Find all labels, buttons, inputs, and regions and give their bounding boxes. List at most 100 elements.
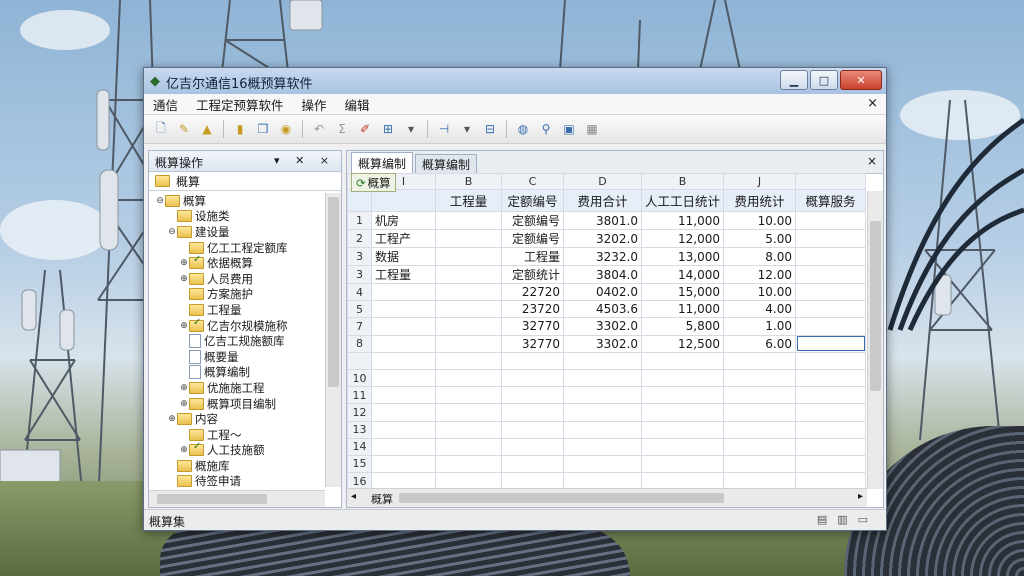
column-header[interactable] [347,189,372,212]
column-letter[interactable]: B [435,173,502,190]
scrollbar-thumb[interactable] [399,493,724,503]
tree-item[interactable]: 工程量 [149,302,325,318]
table-cell[interactable] [371,300,436,319]
tab-close-icon[interactable]: × [867,154,877,168]
table-cell[interactable] [435,211,502,230]
close-button[interactable]: ✕ [840,70,882,90]
column-header[interactable]: 人工工日统计 [640,189,725,212]
table-cell[interactable] [435,334,502,353]
row-number[interactable]: 4 [347,282,372,302]
table-cell[interactable]: 8.00 [723,247,797,266]
table-cell[interactable] [795,472,867,489]
table-cell[interactable]: 3202.0 [563,229,642,248]
dropdown-icon[interactable]: ▾ [402,120,420,138]
table-cell[interactable] [795,454,867,474]
table-cell[interactable]: 数据 [371,247,436,266]
expand-toggle-icon[interactable]: ⊕ [179,321,189,331]
table-cell[interactable] [501,403,564,422]
tree-item[interactable]: ⊕ 内容 [149,411,325,427]
table-cell[interactable] [501,420,564,439]
table-cell[interactable] [435,229,502,248]
column-header[interactable]: 定额编号 [501,189,564,212]
table-cell[interactable]: 3232.0 [563,247,642,266]
table-cell[interactable] [563,472,642,489]
minimize-button[interactable]: ▁ [780,70,808,90]
table-cell[interactable] [435,282,502,302]
table-cell[interactable] [795,368,867,388]
table-cell[interactable]: 10.00 [723,211,797,230]
tree-horizontal-scrollbar[interactable] [149,490,325,507]
table-cell[interactable] [501,386,564,405]
tree-item[interactable]: ⊖ 概算 [149,193,325,209]
row-number[interactable]: 14 [347,437,372,456]
tree-item[interactable]: 概算编制 [149,365,325,381]
table-cell[interactable]: 11,000 [640,211,725,230]
table-cell[interactable] [723,403,797,422]
column-header[interactable]: 概算服务 [795,189,867,212]
table-cell[interactable] [795,351,867,370]
table-cell[interactable] [501,472,564,489]
scrollbar-thumb[interactable] [328,197,339,387]
expand-toggle-icon[interactable]: ⊕ [179,383,189,393]
expand-toggle-icon[interactable]: ⊕ [179,258,189,268]
table-cell[interactable]: 3302.0 [563,334,642,353]
table-cell[interactable] [563,351,642,370]
table-cell[interactable] [563,368,642,388]
row-number[interactable]: 8 [347,334,372,353]
table-cell[interactable] [563,454,642,474]
table-cell[interactable] [723,454,797,474]
tree-item[interactable]: 方案施护 [149,287,325,303]
table-cell[interactable]: 22720 [501,282,564,302]
settings-icon[interactable]: ▦ [583,120,601,138]
table-cell[interactable]: 32770 [501,334,564,353]
column-letter[interactable]: D [563,173,642,190]
row-number[interactable]: 5 [347,300,372,319]
title-bar[interactable]: ◆ 亿吉尔通信16概预算软件 ▁ □ ✕ [144,68,886,94]
table-cell[interactable] [371,334,436,353]
table-cell[interactable] [795,300,867,319]
table-cell[interactable] [501,351,564,370]
table-cell[interactable] [435,351,502,370]
table-cell[interactable]: 工程产 [371,229,436,248]
tree-item[interactable]: ⊕ 亿吉尔规模施称 [149,317,325,334]
scroll-right-icon[interactable]: ▸ [858,491,863,502]
tree-item[interactable]: ⊕ 概算项目编制 [149,396,325,412]
column-header[interactable]: 费用合计 [563,189,642,212]
table-cell[interactable] [371,437,436,456]
row-number[interactable]: 16 [347,472,372,489]
column-letter[interactable] [795,173,867,190]
table-cell[interactable] [640,351,725,370]
table-cell[interactable]: 13,000 [640,247,725,266]
scrollbar-thumb[interactable] [157,494,267,504]
table-cell[interactable]: 0402.0 [563,282,642,302]
tree-item[interactable]: ⊕ 人工技施额 [149,441,325,459]
menu-item[interactable]: 工程定预算软件 [187,95,293,114]
document-close-button[interactable]: × [867,96,878,111]
menu-item[interactable]: 操作 [293,95,336,114]
table-cell[interactable] [795,386,867,405]
table-cell[interactable]: 3302.0 [563,317,642,336]
row-number[interactable]: 11 [347,386,372,405]
table-cell[interactable] [371,386,436,405]
table-cell[interactable]: 23720 [501,300,564,319]
tree-item[interactable]: 工程～ [149,427,325,443]
row-number[interactable]: 12 [347,403,372,422]
scrollbar-thumb[interactable] [870,221,881,391]
expand-toggle-icon[interactable]: ⊕ [179,399,189,409]
table-cell[interactable] [563,403,642,422]
table-cell[interactable] [371,403,436,422]
filter-icon[interactable]: ⚲ [537,120,555,138]
table-cell[interactable] [795,403,867,422]
table-cell[interactable]: 4.00 [723,300,797,319]
table-cell[interactable]: 5.00 [723,229,797,248]
table-cell[interactable] [371,368,436,388]
tab-estimate-active[interactable]: 概算编制 [351,152,414,173]
column-letter[interactable]: C [501,173,564,190]
tab-estimate[interactable]: 概算编制 [415,154,478,173]
tree-item[interactable]: 概要量 [149,349,325,365]
sheet-bar-label[interactable]: 概算 [371,491,393,507]
table-cell[interactable] [640,420,725,439]
tree-item[interactable]: 概施库 [149,458,325,474]
table-cell[interactable]: 12,000 [640,229,725,248]
table-cell[interactable] [795,229,867,248]
